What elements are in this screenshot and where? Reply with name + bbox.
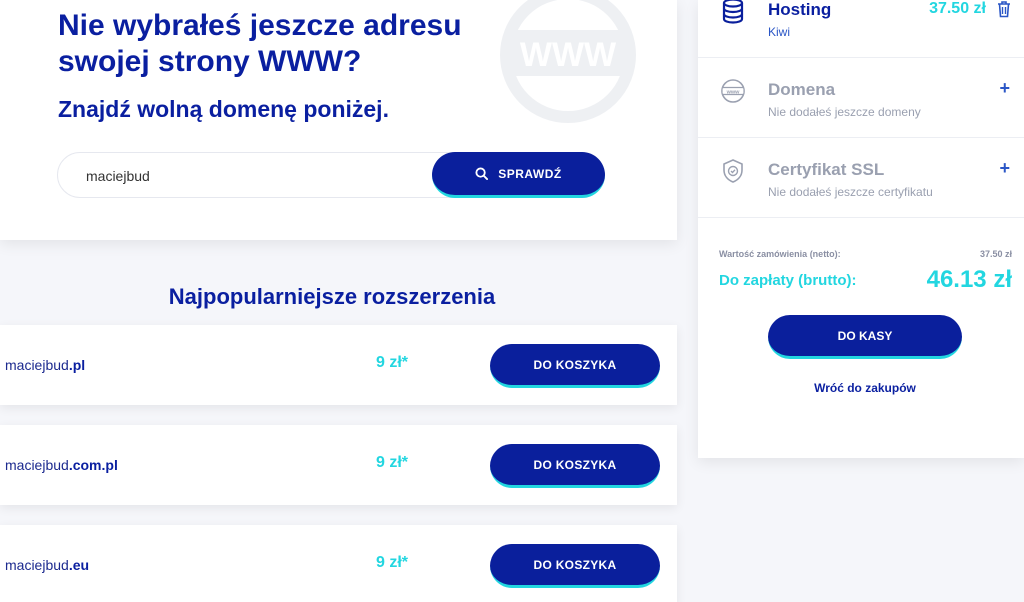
trash-icon[interactable]	[996, 0, 1012, 18]
cart-item-title: Domena	[768, 80, 836, 99]
domain-row: maciejbud.com.pl 9 zł* DO KOSZYKA	[0, 425, 677, 505]
cart-item-hosting: Hosting Kiwi 37.50 zł	[698, 0, 1024, 58]
gross-total-value: 46.13 zł	[926, 266, 1012, 293]
database-icon	[722, 0, 744, 24]
cart-item-title: Hosting	[768, 0, 832, 19]
domain-price: 9 zł*	[376, 454, 409, 471]
domain-row: maciejbud.eu 9 zł* DO KOSZYKA	[0, 525, 677, 602]
domain-price: 9 zł*	[376, 354, 409, 371]
cart-item-title: Certyfikat SSL	[768, 160, 885, 179]
add-to-cart-button[interactable]: DO KOSZYKA	[490, 344, 660, 388]
cart-item-ssl: Certyfikat SSL Nie dodałeś jeszcze certy…	[698, 138, 1024, 218]
domain-name: maciejbud.eu	[5, 557, 90, 573]
gross-total-label: Do zapłaty (brutto):	[719, 272, 857, 289]
checkout-button[interactable]: DO KASY	[768, 315, 962, 359]
domain-search-box: SPRAWDŹ	[57, 152, 605, 198]
net-total-value: 37.50 zł	[979, 249, 1012, 259]
add-ssl-plus-icon[interactable]: +	[999, 158, 1010, 179]
page-subtitle: Znajdź wolną domenę poniżej.	[58, 96, 389, 122]
check-domain-button-label: SPRAWDŹ	[498, 166, 562, 181]
cart-item-subtitle: Nie dodałeś jeszcze domeny	[768, 105, 921, 119]
cart-item-subtitle: Kiwi	[768, 25, 791, 39]
domain-name: maciejbud.com.pl	[5, 457, 118, 473]
domain-price: 9 zł*	[376, 554, 409, 571]
cart-item-price: 37.50 zł	[929, 0, 986, 17]
back-to-shopping-link[interactable]: Wróć do zakupów	[698, 381, 1024, 395]
add-to-cart-button[interactable]: DO KOSZYKA	[490, 544, 660, 588]
www-icon: www	[721, 79, 745, 103]
add-to-cart-button[interactable]: DO KOSZYKA	[490, 444, 660, 488]
popular-extensions-title: Najpopularniejsze rozszerzenia	[168, 284, 496, 309]
domain-search-input[interactable]	[86, 166, 416, 186]
check-domain-button[interactable]: SPRAWDŹ	[432, 152, 605, 198]
cart-summary-panel: Hosting Kiwi 37.50 zł www Domena Nie dod…	[698, 0, 1024, 458]
domain-search-card: WWW Nie wybrałeś jeszcze adresu swojej s…	[0, 0, 677, 240]
domain-row: maciejbud.pl 9 zł* DO KOSZYKA	[0, 325, 677, 405]
www-graphic-text: WWW	[520, 36, 617, 74]
domain-name: maciejbud.pl	[5, 357, 86, 373]
svg-text:www: www	[726, 89, 741, 95]
net-total-label: Wartość zamówienia (netto):	[719, 249, 841, 259]
search-icon	[475, 167, 489, 180]
cart-item-subtitle: Nie dodałeś jeszcze certyfikatu	[768, 185, 933, 199]
shield-check-icon	[723, 159, 743, 183]
page-title: Nie wybrałeś jeszcze adresu swojej stron…	[58, 9, 462, 78]
add-domain-plus-icon[interactable]: +	[999, 78, 1010, 99]
cart-item-domain: www Domena Nie dodałeś jeszcze domeny +	[698, 58, 1024, 138]
